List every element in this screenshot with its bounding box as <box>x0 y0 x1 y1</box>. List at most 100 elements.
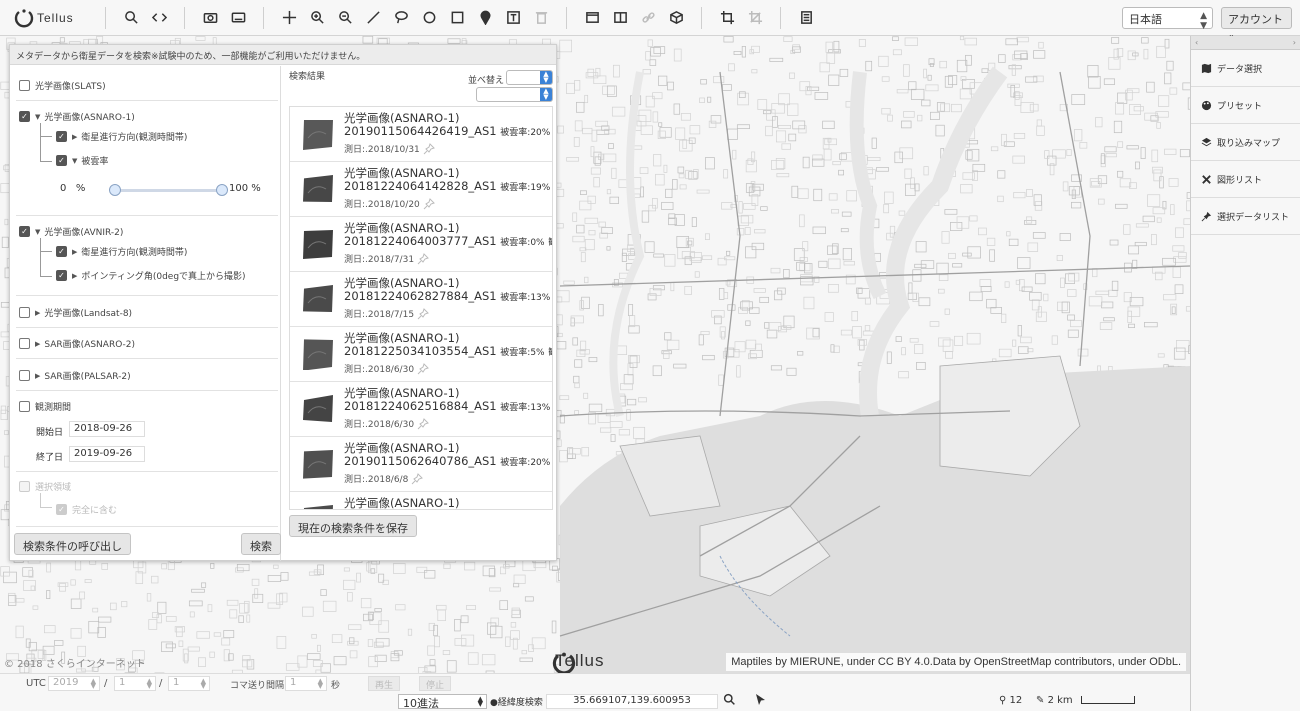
caret-down-icon: ▼ <box>35 112 41 121</box>
move-icon[interactable] <box>275 4 303 32</box>
pushpin-icon[interactable] <box>417 252 429 265</box>
slider-min-handle[interactable] <box>109 184 121 196</box>
filter-pane: 光学画像(SLATS) ✓ ▼ 光学画像(ASNARO-1) ✓ ▶ 衛星進行方向(観測… <box>10 66 281 561</box>
day-spinner[interactable]: 1 ▲ ▼ <box>168 676 210 691</box>
code-icon[interactable] <box>145 4 173 32</box>
text-icon[interactable] <box>499 4 527 32</box>
lasso-icon[interactable] <box>387 4 415 32</box>
circle-icon[interactable] <box>415 4 443 32</box>
result-thumbnail[interactable] <box>300 118 336 150</box>
camera-icon[interactable] <box>196 4 224 32</box>
save-conditions-button[interactable]: 現在の検索条件を保存 <box>289 515 417 537</box>
caret-right-icon: ▶ <box>35 339 41 348</box>
keyboard-icon[interactable] <box>224 4 252 32</box>
cloud-range-slider[interactable] <box>109 184 228 196</box>
account-button[interactable]: アカウント ⌄ <box>1221 7 1292 39</box>
pushpin-icon[interactable] <box>423 197 435 210</box>
filter-area[interactable]: 選択領域 <box>19 480 71 493</box>
checkbox-checked[interactable]: ✓ <box>19 111 30 122</box>
search-button[interactable]: 検索 <box>241 533 281 555</box>
filter-avnir2-direction[interactable]: ✓ ▶ 衛星進行方向(観測時間帯) <box>56 245 187 258</box>
result-item[interactable]: 光学画像(ASNARO-1) 20181224064142828_AS1 被雲率:… <box>290 162 552 217</box>
stop-button[interactable]: 停止 <box>419 676 452 691</box>
result-item[interactable]: 光学画像(ASNARO-1) 20181225034103554_AS1 被雲率:… <box>290 327 552 382</box>
year-spinner[interactable]: 2019 ▲ ▼ <box>48 676 100 691</box>
interval-spinner[interactable]: 1 ▲ ▼ <box>285 676 327 691</box>
pushpin-icon[interactable] <box>417 362 429 375</box>
result-thumbnail[interactable] <box>300 228 336 260</box>
result-item[interactable]: 光学画像(ASNARO-1) 20181224064003777_AS1 被雲率:… <box>290 217 552 272</box>
month-spinner[interactable]: 1 ▲ ▼ <box>114 676 156 691</box>
pushpin-icon[interactable] <box>411 472 424 485</box>
results-list[interactable]: 光学画像(ASNARO-1) 20190115064426419_AS1 被雲率:… <box>289 106 553 510</box>
side-item-shape-list[interactable]: 図形リスト <box>1191 161 1300 198</box>
filter-period[interactable]: 観測期間 <box>19 400 71 413</box>
filter-avnir2-pointing[interactable]: ✓ ▶ ポインティング角(0degで真上から撮影) <box>56 269 246 282</box>
filter-slats[interactable]: 光学画像(SLATS) <box>19 79 106 92</box>
coord-search-input[interactable]: 35.669107,139.600953 <box>546 694 718 709</box>
result-item[interactable]: 光学画像(ASNARO-1) 20181224062827884_AS1 被雲率:… <box>290 272 552 327</box>
link-icon[interactable] <box>634 4 662 32</box>
search-icon[interactable] <box>723 693 736 709</box>
results-label: 検索結果 <box>289 72 326 82</box>
result-thumbnail[interactable] <box>300 283 336 315</box>
sort-select-primary[interactable]: ▲ ▼ <box>506 70 553 85</box>
crop-icon[interactable] <box>713 4 741 32</box>
result-id: 20190115062640786_AS1 被雲率:20% 観 <box>344 454 551 468</box>
crop-remove-icon[interactable] <box>741 4 769 32</box>
side-item-selected-data[interactable]: 選択データリスト <box>1191 198 1300 235</box>
search-icon[interactable] <box>117 4 145 32</box>
side-collapse-bar[interactable]: ‹ › <box>1191 36 1300 50</box>
trash-icon[interactable] <box>527 4 555 32</box>
filter-landsat8[interactable]: ▶ 光学画像(Landsat-8) <box>19 306 132 319</box>
filter-asnaro1-cloud[interactable]: ✓ ▼ 被雲率 <box>56 154 108 167</box>
zoom-in-icon[interactable] <box>303 4 331 32</box>
result-thumbnail[interactable] <box>300 503 336 510</box>
result-item[interactable]: 光学画像(ASNARO-1) 20190115062640786_AS1 被雲率:… <box>290 437 552 492</box>
end-date-input[interactable]: 2019-09-26 <box>69 446 145 462</box>
result-item[interactable]: 光学画像(ASNARO-1) 20190115064426419_AS1 被雲率:… <box>290 107 552 162</box>
result-thumbnail[interactable] <box>300 338 336 370</box>
slider-max-handle[interactable] <box>216 184 228 196</box>
cursor-icon[interactable] <box>755 693 766 709</box>
coord-search-label: ●経緯度検索 <box>490 698 543 708</box>
filter-avnir2[interactable]: ✓ ▼ 光学画像(AVNIR-2) <box>19 225 123 238</box>
scale-label: ✎ 2 km <box>1036 695 1073 706</box>
rectangle-icon[interactable] <box>443 4 471 32</box>
checkbox[interactable] <box>19 80 30 91</box>
document-icon[interactable] <box>792 4 820 32</box>
pin-icon[interactable] <box>471 4 499 32</box>
sort-select-secondary[interactable]: ▲ ▼ <box>476 87 553 102</box>
filter-sar-asnaro2[interactable]: ▶ SAR画像(ASNARO-2) <box>19 337 135 350</box>
result-item[interactable]: 光学画像(ASNARO-1) 20181224062516884_AS1 被雲率:… <box>290 382 552 437</box>
sort-label: 並べ替え <box>468 76 505 86</box>
filter-sar-palsar2[interactable]: ▶ SAR画像(PALSAR-2) <box>19 369 131 382</box>
zoom-out-icon[interactable] <box>331 4 359 32</box>
result-item[interactable]: 光学画像(ASNARO-1) <box>290 492 552 510</box>
side-item-preset[interactable]: プリセット <box>1191 87 1300 124</box>
tools-icon <box>1202 174 1211 184</box>
line-icon[interactable] <box>359 4 387 32</box>
result-thumbnail[interactable] <box>300 448 336 480</box>
cube-icon[interactable] <box>662 4 690 32</box>
recall-conditions-button[interactable]: 検索条件の呼び出し <box>14 533 131 555</box>
filter-asnaro1-direction[interactable]: ✓ ▶ 衛星進行方向(観測時間帯) <box>56 130 187 143</box>
pushpin-icon[interactable] <box>417 417 429 430</box>
side-item-imported-map[interactable]: 取り込みマップ <box>1191 124 1300 161</box>
play-button[interactable]: 再生 <box>368 676 401 691</box>
start-date-input[interactable]: 2018-09-26 <box>69 421 145 437</box>
filter-asnaro1[interactable]: ✓ ▼ 光学画像(ASNARO-1) <box>19 110 135 123</box>
result-thumbnail[interactable] <box>300 393 336 425</box>
split-view-icon[interactable] <box>606 4 634 32</box>
coord-format-select[interactable]: 10進法 ▲ ▼ <box>398 694 487 710</box>
tellus-logo[interactable]: Tellus <box>14 8 94 28</box>
language-select[interactable]: 日本語 ▲ ▼ <box>1122 7 1213 31</box>
side-item-data-select[interactable]: データ選択 <box>1191 50 1300 87</box>
result-id: 20181225034103554_AS1 被雲率:5% 観 <box>344 344 552 358</box>
panel-notice: メタデータから衛星データを検索※試験中のため、一部機能がご利用いただけません。 <box>10 45 556 65</box>
pushpin-icon[interactable] <box>417 307 429 320</box>
window-icon[interactable] <box>578 4 606 32</box>
filter-area-full[interactable]: ✓ 完全に含む <box>56 503 117 516</box>
pushpin-icon[interactable] <box>423 142 435 155</box>
result-thumbnail[interactable] <box>300 173 336 205</box>
